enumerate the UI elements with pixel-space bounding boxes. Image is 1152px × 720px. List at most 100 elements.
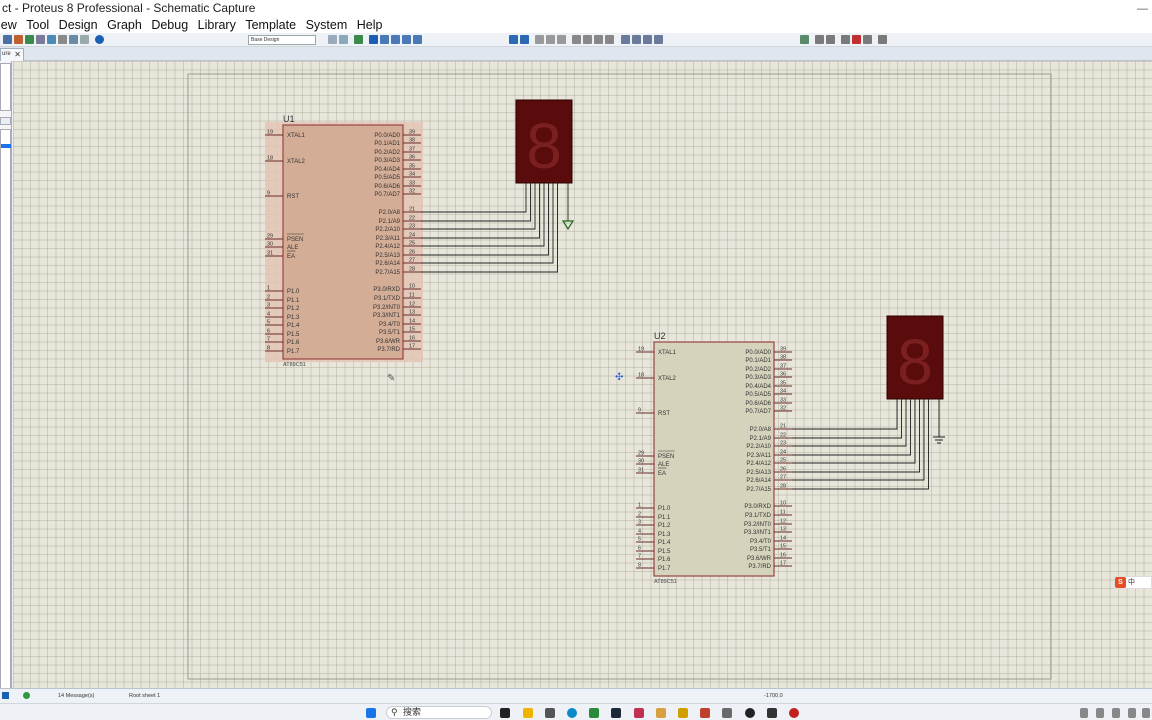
tab-schematic[interactable]: ure ✕ bbox=[0, 48, 24, 61]
wire[interactable] bbox=[421, 183, 540, 239]
cut-icon[interactable] bbox=[535, 35, 544, 44]
wire[interactable] bbox=[421, 183, 549, 256]
taskbar-search[interactable]: ⚲ 搜索 bbox=[386, 706, 492, 719]
close-icon[interactable]: ✕ bbox=[14, 49, 21, 60]
minimize-icon[interactable]: — bbox=[1137, 1, 1148, 18]
wire[interactable] bbox=[792, 399, 907, 447]
wire[interactable] bbox=[421, 183, 554, 264]
new-sheet-icon[interactable] bbox=[841, 35, 850, 44]
menu-template[interactable]: Template bbox=[245, 17, 296, 33]
device-list[interactable] bbox=[0, 129, 11, 689]
remove-sheet-icon[interactable] bbox=[852, 35, 861, 44]
app-orange-icon[interactable] bbox=[656, 708, 666, 718]
help-icon[interactable] bbox=[95, 35, 104, 44]
tray-icon-2[interactable] bbox=[1096, 708, 1104, 718]
zoom-all-icon[interactable] bbox=[402, 35, 411, 44]
task-view-icon[interactable] bbox=[500, 708, 510, 718]
steam-icon[interactable] bbox=[611, 708, 621, 718]
edge-icon[interactable] bbox=[567, 708, 577, 718]
import-icon[interactable] bbox=[36, 35, 45, 44]
media-player-icon[interactable] bbox=[745, 708, 755, 718]
wire-autorouter-icon[interactable] bbox=[800, 35, 809, 44]
menu-tool[interactable]: Tool bbox=[26, 17, 49, 33]
origin-icon[interactable] bbox=[354, 35, 363, 44]
block-rotate-icon[interactable] bbox=[594, 35, 603, 44]
block-delete-icon[interactable] bbox=[605, 35, 614, 44]
wire[interactable] bbox=[421, 183, 527, 213]
home-icon[interactable] bbox=[80, 35, 89, 44]
start-icon[interactable] bbox=[366, 708, 376, 718]
wire[interactable] bbox=[792, 399, 925, 481]
zoom-out-icon[interactable] bbox=[391, 35, 400, 44]
wire[interactable] bbox=[421, 183, 531, 222]
proteus-icon[interactable] bbox=[700, 708, 710, 718]
block-move-icon[interactable] bbox=[583, 35, 592, 44]
app-red-icon[interactable] bbox=[634, 708, 644, 718]
menu-view[interactable]: iew bbox=[0, 17, 17, 33]
store-icon[interactable] bbox=[545, 708, 555, 718]
app-round-icon[interactable] bbox=[789, 708, 799, 718]
decompose-icon[interactable] bbox=[654, 35, 663, 44]
open-icon[interactable] bbox=[14, 35, 23, 44]
zoom-in-icon[interactable] bbox=[380, 35, 389, 44]
wire[interactable] bbox=[792, 399, 920, 473]
app-green-icon[interactable] bbox=[589, 708, 599, 718]
pan-icon[interactable] bbox=[369, 35, 378, 44]
make-device-icon[interactable] bbox=[632, 35, 641, 44]
seven-segment-display-1[interactable]: 8 bbox=[515, 99, 573, 184]
app-yellow-icon[interactable] bbox=[678, 708, 688, 718]
chip-u2[interactable]: U2 AT89C51 19XTAL118XTAL29RST29PSEN30ALE… bbox=[636, 331, 792, 585]
tray-icon-3[interactable] bbox=[1112, 708, 1120, 718]
pin-label: P2.6/A14 bbox=[375, 261, 400, 267]
wire[interactable] bbox=[421, 183, 536, 230]
message-count[interactable]: 14 Message(s) bbox=[58, 693, 94, 699]
search-tag-icon[interactable] bbox=[815, 35, 824, 44]
device-list-selected-item[interactable] bbox=[1, 144, 11, 148]
menu-design[interactable]: Design bbox=[59, 17, 98, 33]
wire[interactable] bbox=[792, 399, 929, 490]
area-icon[interactable] bbox=[69, 35, 78, 44]
pick-icon[interactable] bbox=[621, 35, 630, 44]
tray-icon-5[interactable] bbox=[1142, 708, 1150, 718]
print-icon[interactable] bbox=[58, 35, 67, 44]
wire[interactable] bbox=[792, 399, 898, 430]
grid-icon[interactable] bbox=[328, 35, 337, 44]
app-dark-icon[interactable] bbox=[767, 708, 777, 718]
menu-debug[interactable]: Debug bbox=[151, 17, 188, 33]
menu-library[interactable]: Library bbox=[198, 17, 236, 33]
wire[interactable] bbox=[421, 183, 558, 273]
copy-icon[interactable] bbox=[546, 35, 555, 44]
seven-segment-display-2[interactable]: 8 bbox=[886, 315, 944, 400]
tray-icon-4[interactable] bbox=[1128, 708, 1136, 718]
schematic-drawing[interactable]: U1 AT89C51 19XTAL118XTAL29RST29PSEN30ALE… bbox=[13, 61, 1152, 688]
menu-graph[interactable]: Graph bbox=[107, 17, 142, 33]
save-icon[interactable] bbox=[25, 35, 34, 44]
redo-icon[interactable] bbox=[520, 35, 529, 44]
wire[interactable] bbox=[792, 399, 902, 439]
ime-indicator[interactable]: S中 bbox=[1114, 576, 1152, 589]
menu-system[interactable]: System bbox=[306, 17, 348, 33]
tray-icon-1[interactable] bbox=[1080, 708, 1088, 718]
paste-icon[interactable] bbox=[557, 35, 566, 44]
snap-icon[interactable] bbox=[339, 35, 348, 44]
export-icon[interactable] bbox=[47, 35, 56, 44]
variant-select[interactable]: Base Design bbox=[248, 35, 316, 45]
property-assign-icon[interactable] bbox=[826, 35, 835, 44]
play-icon[interactable] bbox=[2, 692, 9, 699]
file-explorer-icon[interactable] bbox=[523, 708, 533, 718]
bom-icon[interactable] bbox=[878, 35, 887, 44]
undo-icon[interactable] bbox=[509, 35, 518, 44]
status-ok-icon[interactable] bbox=[23, 692, 30, 699]
block-copy-icon[interactable] bbox=[572, 35, 581, 44]
new-icon[interactable] bbox=[3, 35, 12, 44]
exit-to-parent-icon[interactable] bbox=[863, 35, 872, 44]
zoom-area-icon[interactable] bbox=[413, 35, 422, 44]
menu-help[interactable]: Help bbox=[357, 17, 383, 33]
wire[interactable] bbox=[792, 399, 911, 456]
chip-u1[interactable]: U1 AT89C51 19XTAL118XTAL29RST29PSEN30ALE… bbox=[265, 114, 423, 368]
overview-window[interactable] bbox=[0, 63, 11, 111]
packaging-icon[interactable] bbox=[643, 35, 652, 44]
app-gear-icon[interactable] bbox=[722, 708, 732, 718]
device-selector-header[interactable] bbox=[0, 117, 11, 125]
schematic-canvas[interactable]: U1 AT89C51 19 XTAL1 18 XTAL2 9 RST 29 PSEN 30 ALE… bbox=[13, 61, 1152, 688]
